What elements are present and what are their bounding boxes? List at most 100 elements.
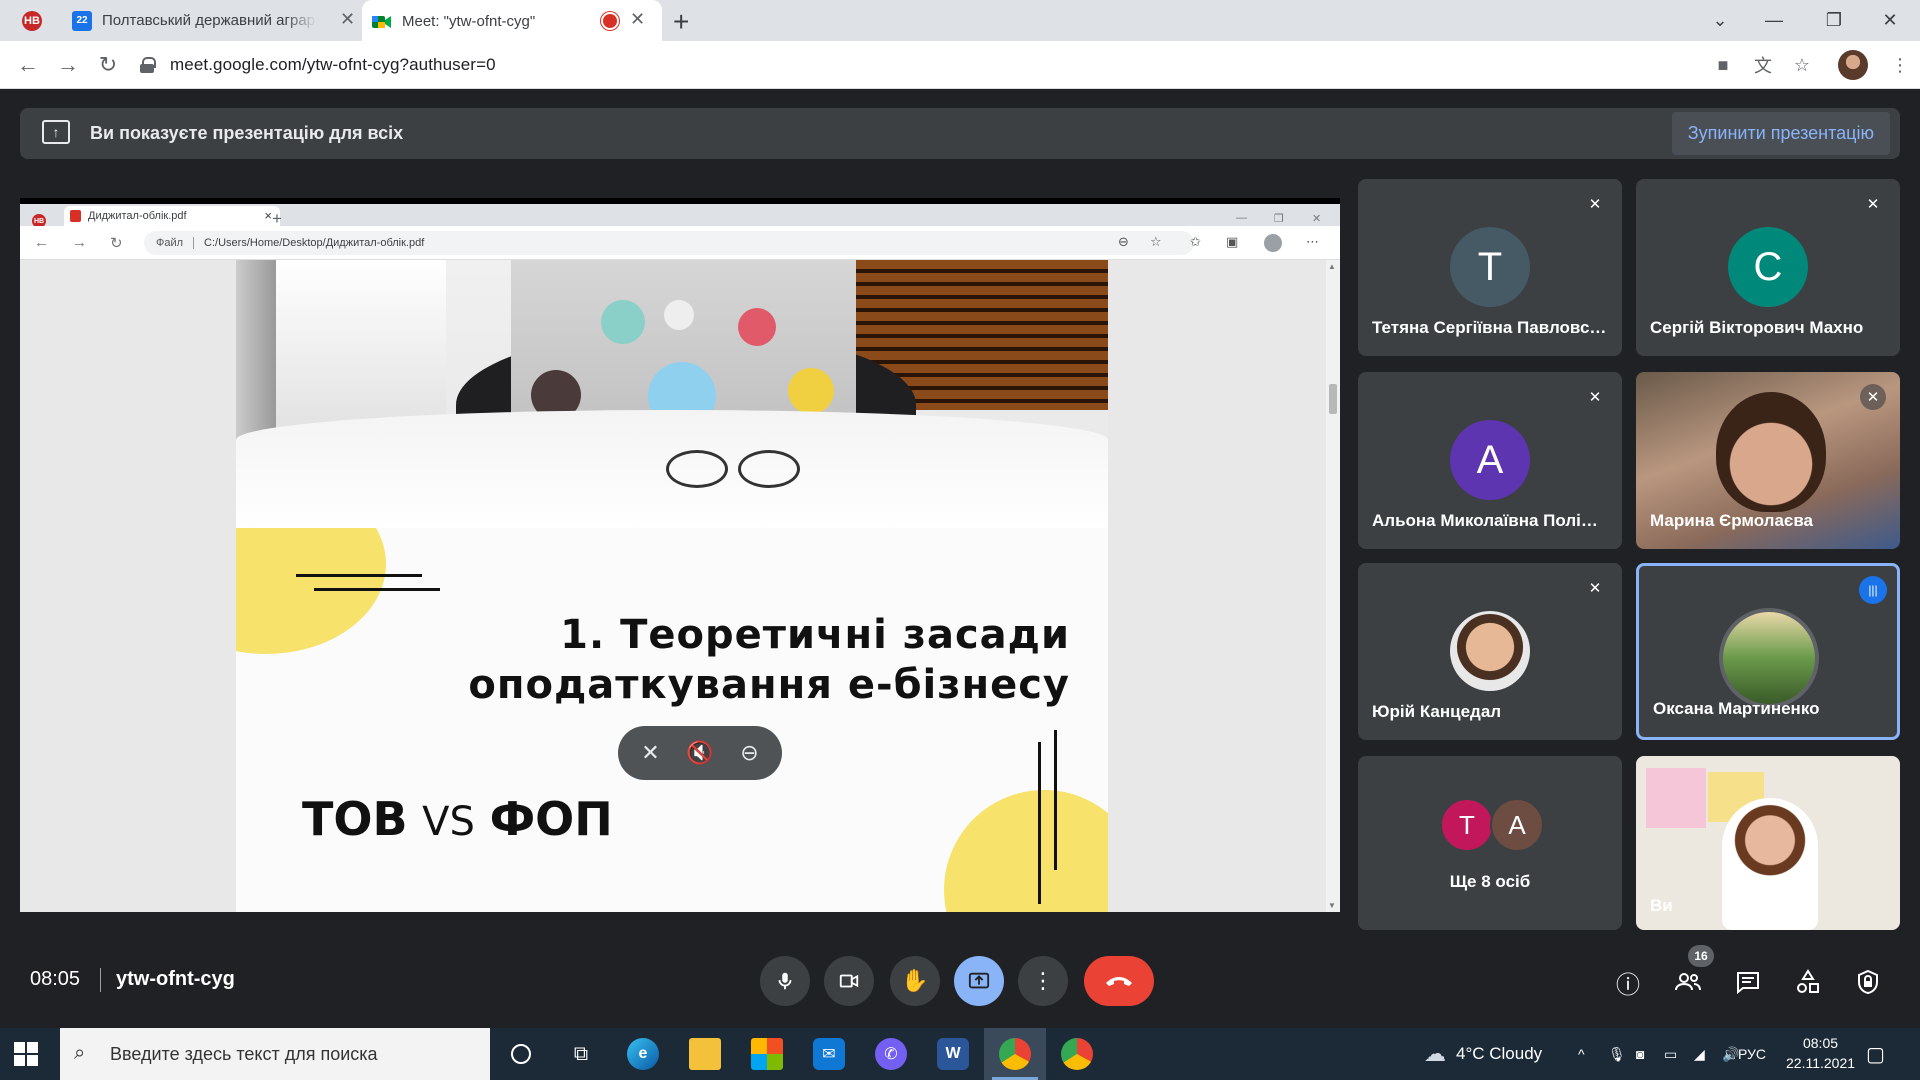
more-participants-label: Ще 8 осіб — [1449, 872, 1531, 891]
camera-in-use-icon[interactable]: ■ — [1709, 51, 1737, 79]
participant-name: Ви — [1650, 896, 1673, 915]
chrome-icon[interactable] — [1046, 1028, 1108, 1080]
participant-tile[interactable]: ✕ T Тетяна Сергіївна Павловська — [1358, 179, 1622, 356]
avatar: A — [1490, 798, 1544, 852]
stop-presenting-button[interactable]: Зупинити презентацію — [1671, 112, 1890, 155]
more-options-button[interactable]: ⋮ — [1018, 956, 1068, 1006]
weather-widget[interactable]: ☁ 4°C Cloudy — [1424, 1028, 1542, 1080]
raise-hand-button[interactable]: ✋ — [890, 956, 940, 1006]
scroll-thumb[interactable] — [1329, 384, 1337, 414]
mic-off-icon: ✕ — [1866, 196, 1880, 213]
bookmark-star-icon[interactable]: ☆ — [1788, 51, 1816, 79]
forward-icon: → — [72, 234, 87, 251]
pdf-scrollbar[interactable]: ▲ ▼ — [1326, 260, 1340, 912]
pinned-tab[interactable]: НВ — [22, 0, 52, 41]
shared-tab-title: Диджитал-облік.pdf — [88, 210, 187, 222]
omnibox[interactable]: meet.google.com/ytw-ofnt-cyg?authuser=0 — [140, 48, 1700, 82]
file-label: Файл — [156, 237, 195, 249]
close-window-button[interactable]: ✕ — [1862, 0, 1918, 41]
activities-icon[interactable] — [1792, 966, 1824, 998]
chrome-menu-icon[interactable]: ⋮ — [1886, 51, 1914, 79]
tab-google-meet[interactable]: Meet: "ytw-ofnt-cyg" ✕ — [362, 0, 662, 43]
avatar: T — [1450, 227, 1530, 307]
cloud-icon: ☁ — [1424, 1041, 1446, 1066]
remove-icon[interactable]: ⊖ — [740, 740, 758, 766]
mic-off-icon: ✕ — [1588, 389, 1602, 406]
leave-call-button[interactable] — [1084, 956, 1154, 1006]
cortana-icon[interactable] — [490, 1028, 552, 1080]
slide-subtitle: ТОВ VS ФОП — [302, 792, 613, 846]
forward-button[interactable]: → — [52, 49, 84, 81]
weather-text: 4°C Cloudy — [1456, 1044, 1543, 1063]
shared-omnibox: Файл C:/Users/Home/Desktop/Диджитал-облі… — [144, 231, 1194, 255]
participant-tile[interactable]: ✕ Юрій Канцедал — [1358, 563, 1622, 740]
meeting-code: ytw-ofnt-cyg — [116, 968, 235, 990]
chat-icon[interactable] — [1732, 966, 1764, 998]
reload-button[interactable]: ↻ — [92, 49, 124, 81]
present-now-button[interactable] — [954, 956, 1004, 1006]
calendar-favicon-icon: 22 — [72, 10, 92, 31]
microphone-button[interactable] — [760, 956, 810, 1006]
minimize-button[interactable]: — — [1746, 0, 1802, 41]
url-text: meet.google.com/ytw-ofnt-cyg?authuser=0 — [170, 55, 496, 74]
participant-tile[interactable]: ✕ C Сергій Вікторович Махно — [1636, 179, 1900, 356]
close-tab-icon[interactable]: ✕ — [630, 9, 645, 30]
camera-tray-icon[interactable]: ◙ — [1636, 1028, 1644, 1080]
participant-tile-speaking[interactable]: ||| Оксана Мартиненко — [1636, 563, 1900, 740]
language-indicator[interactable]: РУС — [1738, 1028, 1766, 1080]
avatar-photo — [1719, 608, 1819, 708]
volume-icon[interactable]: 🔊 — [1722, 1028, 1739, 1080]
participant-name: Марина Єрмолаєва — [1650, 511, 1813, 530]
microphone-tray-icon[interactable]: 🎙 — [1608, 1028, 1626, 1080]
tab-search-chevron-icon[interactable]: ⌄ — [1692, 0, 1748, 41]
show-hidden-icons-chevron-icon[interactable]: ^ — [1578, 1028, 1585, 1080]
translate-icon[interactable]: 文 — [1749, 51, 1777, 79]
word-icon[interactable]: W — [922, 1028, 984, 1080]
file-explorer-icon[interactable] — [674, 1028, 736, 1080]
new-tab-button[interactable]: + — [673, 6, 689, 38]
participant-count-badge: 16 — [1688, 945, 1714, 967]
viber-icon[interactable]: ✆ — [860, 1028, 922, 1080]
presenting-banner: ↑ Ви показуєте презентацію для всіх Зупи… — [20, 108, 1900, 159]
close-tab-icon[interactable]: ✕ — [340, 9, 355, 30]
mic-off-icon: ✕ — [1860, 384, 1886, 410]
video-feed — [1716, 392, 1826, 512]
slide-title: 1. Теоретичні засади оподаткування е-біз… — [468, 612, 1070, 708]
mail-icon[interactable]: ✉ — [798, 1028, 860, 1080]
shared-browser-tabstrip: НВ Диджитал-облік.pdf × + — ❐ ✕ — [20, 204, 1340, 228]
task-view-icon[interactable]: ⧉ — [550, 1028, 612, 1080]
edge-icon[interactable]: e — [612, 1028, 674, 1080]
tab-title: Полтавський державний аграрний — [102, 12, 317, 29]
notifications-icon[interactable]: ▢ — [1866, 1028, 1885, 1080]
meeting-info-icon[interactable]: ⓘ — [1612, 966, 1644, 999]
tab-poltava-university[interactable]: 22 Полтавський державний аграрний ✕ — [72, 0, 358, 41]
collections-icon: ▣ — [1226, 234, 1239, 249]
windows-start-icon[interactable] — [14, 1042, 38, 1066]
present-icon — [968, 972, 990, 989]
more-participants-tile[interactable]: T A Ще 8 осіб — [1358, 756, 1622, 930]
host-controls-icon[interactable] — [1852, 966, 1884, 998]
speaking-indicator-icon: ||| — [1859, 576, 1887, 604]
mute-audio-icon[interactable]: 🔇 — [686, 740, 713, 766]
taskbar-clock[interactable]: 08:05 22.11.2021 — [1786, 1033, 1855, 1073]
participant-tile[interactable]: ✕ A Альона Миколаївна Поліщук — [1358, 372, 1622, 549]
chrome-meet-icon[interactable] — [984, 1028, 1046, 1080]
pin-off-icon[interactable]: ✕ — [641, 740, 659, 766]
people-icon[interactable] — [1672, 966, 1704, 998]
maximize-button[interactable]: ❐ — [1806, 0, 1862, 41]
participant-tile[interactable]: ✕ Марина Єрмолаєва — [1636, 372, 1900, 549]
participant-name: Юрій Канцедал — [1372, 702, 1502, 721]
profile-avatar[interactable] — [1838, 50, 1868, 80]
battery-icon[interactable]: ▭ — [1664, 1028, 1677, 1080]
glasses-image — [666, 450, 806, 492]
camera-button[interactable] — [824, 956, 874, 1006]
back-button[interactable]: ← — [12, 49, 44, 81]
presenting-message: Ви показуєте презентацію для всіх — [90, 123, 404, 143]
microsoft-store-icon[interactable] — [736, 1028, 798, 1080]
close-icon: ✕ — [1312, 213, 1322, 225]
wifi-icon[interactable]: ◢ — [1694, 1028, 1705, 1080]
avatar: A — [1450, 420, 1530, 500]
taskbar-search[interactable]: ⌕ Введите здесь текст для поиска — [60, 1028, 490, 1080]
self-view-tile[interactable]: Ви — [1636, 756, 1900, 930]
lock-icon[interactable] — [140, 57, 156, 73]
